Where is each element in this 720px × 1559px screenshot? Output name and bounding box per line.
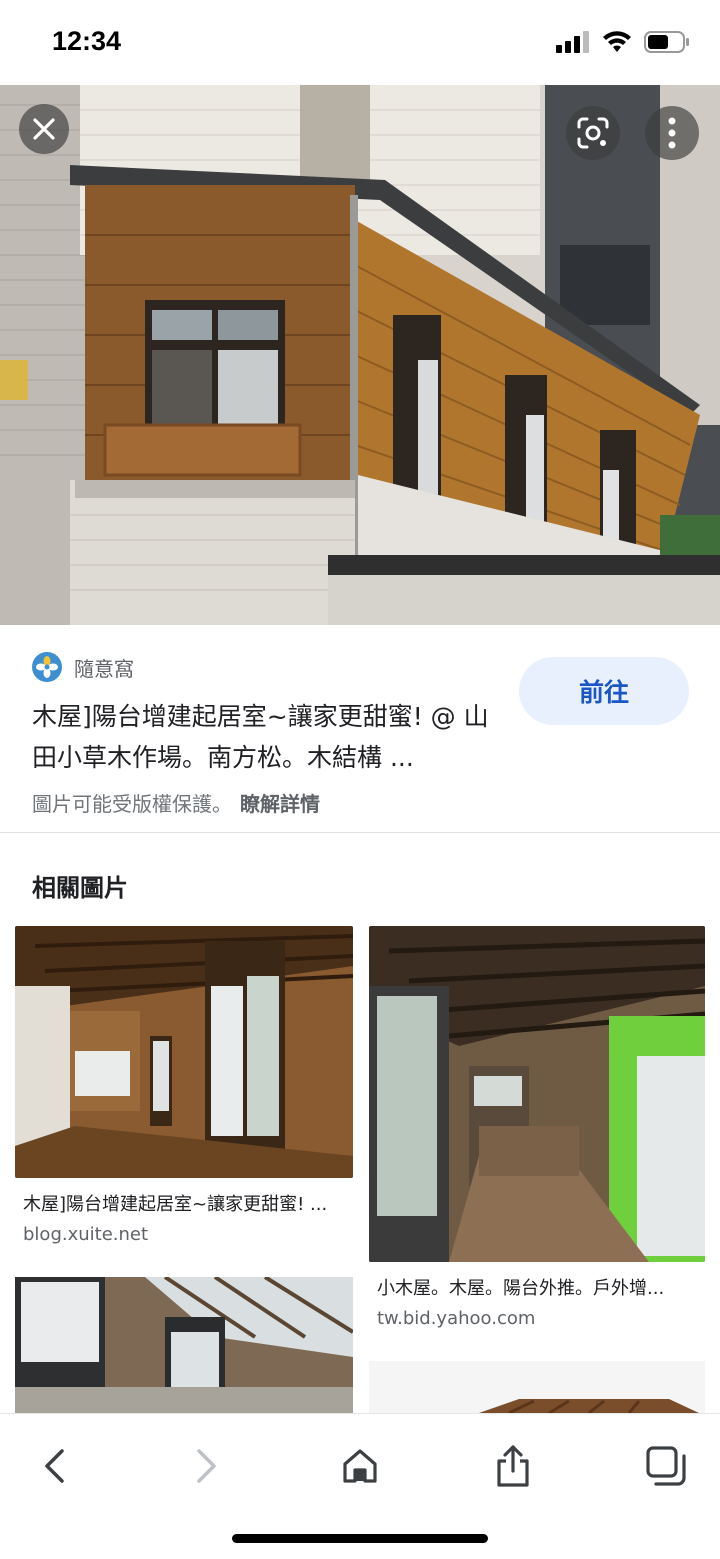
more-options-button[interactable]: [645, 106, 699, 160]
result-title[interactable]: 木屋]陽台增建起居室~讓家更甜蜜! @ 山田小草木作場。南方松。木結構 ...: [32, 696, 502, 778]
related-thumbnail: [369, 926, 705, 1262]
share-icon: [497, 1445, 529, 1487]
related-images-heading: 相關圖片: [32, 874, 128, 902]
related-thumbnail: [15, 926, 353, 1178]
back-button[interactable]: [24, 1436, 84, 1496]
lens-icon: [577, 117, 609, 149]
close-icon: [33, 118, 55, 140]
copyright-notice: 圖片可能受版權保護。 瞭解詳情: [32, 788, 320, 817]
lens-button[interactable]: [566, 106, 620, 160]
close-button[interactable]: [19, 104, 69, 154]
copyright-text: 圖片可能受版權保護。: [32, 792, 232, 816]
related-thumbnail: [15, 1277, 353, 1413]
related-domain: blog.xuite.net: [23, 1224, 149, 1245]
battery-icon: [644, 31, 689, 53]
status-bar: 12:34: [0, 0, 720, 85]
related-image-card[interactable]: [369, 1361, 705, 1413]
wooden-house-image: [0, 85, 720, 625]
divider: [0, 832, 720, 833]
home-indicator: [232, 1534, 488, 1543]
more-vertical-icon: [668, 117, 676, 149]
xuite-flower-icon: [32, 652, 62, 682]
related-caption: 木屋]陽台增建起居室~讓家更甜蜜! ...: [23, 1194, 328, 1215]
visit-button[interactable]: 前往: [519, 657, 689, 725]
share-button[interactable]: [483, 1436, 543, 1496]
main-image[interactable]: [0, 85, 720, 625]
tabs-button[interactable]: [636, 1436, 696, 1496]
home-icon: [343, 1449, 377, 1483]
wifi-icon: [603, 31, 631, 52]
source-row[interactable]: 隨意窩: [32, 652, 134, 682]
related-thumbnail: [369, 1361, 705, 1413]
related-image-card[interactable]: 小木屋。木屋。陽台外推。戶外增... tw.bid.yahoo.com: [369, 926, 705, 1336]
status-icons: [556, 30, 690, 54]
related-image-card[interactable]: [15, 1277, 353, 1413]
forward-icon: [197, 1449, 216, 1483]
source-name: 隨意窩: [74, 656, 134, 681]
related-image-card[interactable]: 木屋]陽台增建起居室~讓家更甜蜜! ... blog.xuite.net: [15, 926, 353, 1256]
back-icon: [45, 1449, 64, 1483]
forward-button[interactable]: [177, 1436, 237, 1496]
learn-more-link[interactable]: 瞭解詳情: [240, 792, 320, 816]
status-time: 12:34: [52, 26, 122, 56]
signal-icon: [556, 31, 589, 53]
home-button[interactable]: [330, 1436, 390, 1496]
related-caption: 小木屋。木屋。陽台外推。戶外增...: [377, 1278, 665, 1299]
related-domain: tw.bid.yahoo.com: [377, 1308, 536, 1329]
tabs-icon: [646, 1446, 686, 1486]
